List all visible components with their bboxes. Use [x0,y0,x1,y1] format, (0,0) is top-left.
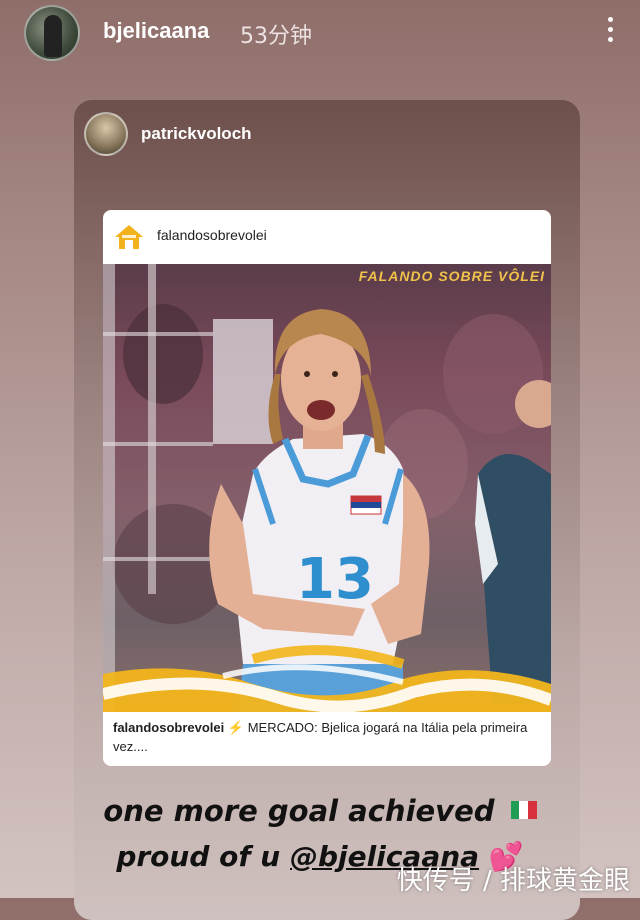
photo-banner: FALANDO SOBRE VÔLEI [358,268,545,284]
story-username[interactable]: bjelicaana [103,18,209,44]
shared-post[interactable]: falandosobrevolei 13 FALANDO SOBRE VÔLEI… [103,210,551,766]
story-text-line1: one more goal achieved [0,794,640,828]
italy-flag-icon [510,801,537,819]
sharer-username[interactable]: patrickvoloch [141,124,252,144]
house-icon [115,225,143,249]
post-header: falandosobrevolei [103,210,551,264]
note-prefix: proud of u [116,840,290,873]
more-vertical-icon[interactable] [598,14,622,48]
jersey-number: 13 [296,547,374,612]
post-photo: 13 FALANDO SOBRE VÔLEI [103,264,551,712]
story-header: bjelicaana 53分钟 [0,0,640,70]
post-caption: falandosobrevolei ⚡ MERCADO: Bjelica jog… [113,718,543,756]
sharer-avatar[interactable] [84,112,128,156]
story-timestamp: 53分钟 [240,24,312,49]
watermark: 快传号 / 排球黄金眼 [396,866,630,896]
user-avatar[interactable] [24,5,80,61]
caption-account[interactable]: falandosobrevolei [113,720,224,735]
lightning-icon: ⚡ [227,720,245,735]
post-account-name[interactable]: falandosobrevolei [157,227,267,243]
note-text: one more goal achieved [103,794,495,828]
